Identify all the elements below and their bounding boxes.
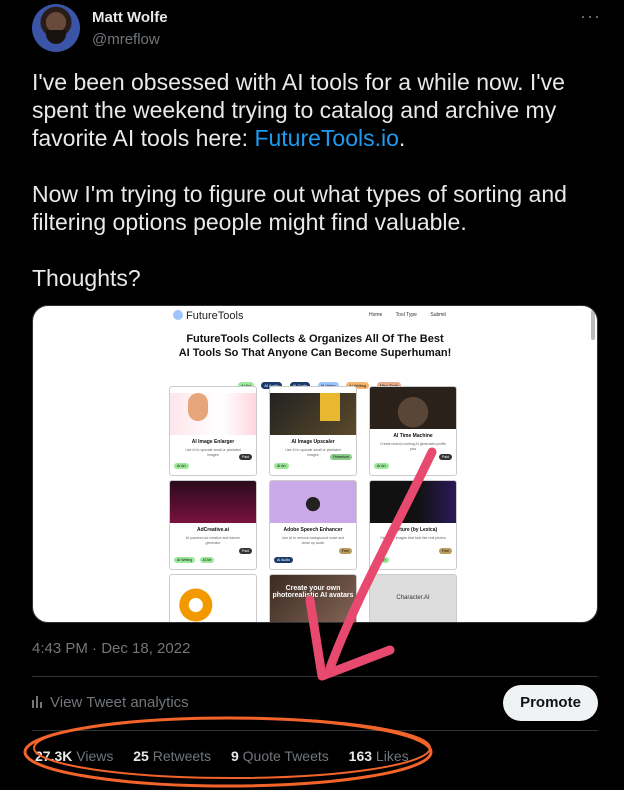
media-card: AI Time Machine Create historic looking …: [369, 386, 457, 476]
views-stat[interactable]: 27.3K Views: [35, 748, 113, 764]
tweet-paragraph-2: Now I'm trying to figure out what types …: [32, 181, 567, 235]
media-card: Create your own photorealistic AI avatar…: [269, 574, 357, 622]
author-name[interactable]: Matt Wolfe: [92, 9, 168, 26]
view-analytics-link[interactable]: View Tweet analytics: [32, 694, 189, 712]
futuretools-logo: FutureTools: [173, 310, 243, 322]
divider: [32, 676, 598, 677]
media-nav-submit: Submit: [430, 312, 446, 318]
likes-stat[interactable]: 163 Likes: [349, 748, 409, 764]
media-card: AdCreative.ai AI powered ad creative and…: [169, 480, 257, 570]
media-card: AI Image Upscaler Use AI to upscale smal…: [269, 386, 357, 476]
tweet-paragraph-3: Thoughts?: [32, 265, 141, 291]
quote-tweets-stat[interactable]: 9 Quote Tweets: [231, 748, 329, 764]
analytics-icon: [32, 695, 44, 712]
media-card: AI Image Enlarger Use AI to upscale smal…: [169, 386, 257, 476]
avatar[interactable]: [32, 4, 80, 52]
retweets-stat[interactable]: 25 Retweets: [133, 748, 211, 764]
futuretools-link[interactable]: FutureTools.io: [254, 125, 398, 151]
media-headline: FutureTools Collects & Organizes All Of …: [178, 333, 452, 359]
media-scrollbar: [591, 310, 595, 340]
media-nav-tooltype: Tool Type: [395, 312, 417, 318]
divider: [32, 730, 598, 731]
media-card: Adobe Speech Enhancer Use AI to remove b…: [269, 480, 357, 570]
promote-button[interactable]: Promote: [503, 685, 598, 721]
media-card: Character.AI: [369, 574, 457, 622]
media-nav-home: Home: [369, 312, 383, 318]
media-card: [169, 574, 257, 622]
tweet-text: I've been obsessed with AI tools for a w…: [32, 68, 602, 292]
tweet-timestamp[interactable]: 4:43 PM · Dec 18, 2022: [32, 640, 190, 657]
tweet-stats: 27.3K Views 25 Retweets 9 Quote Tweets 1…: [35, 748, 425, 764]
tweet-media-image[interactable]: FutureTools Home Tool Type Submit Future…: [32, 305, 598, 623]
media-card: Aperture (by Lexica) Generate images tha…: [369, 480, 457, 570]
author-handle[interactable]: @mreflow: [92, 31, 160, 48]
media-navbar: FutureTools Home Tool Type Submit: [33, 306, 597, 328]
ellipsis-icon[interactable]: ···: [580, 6, 601, 27]
